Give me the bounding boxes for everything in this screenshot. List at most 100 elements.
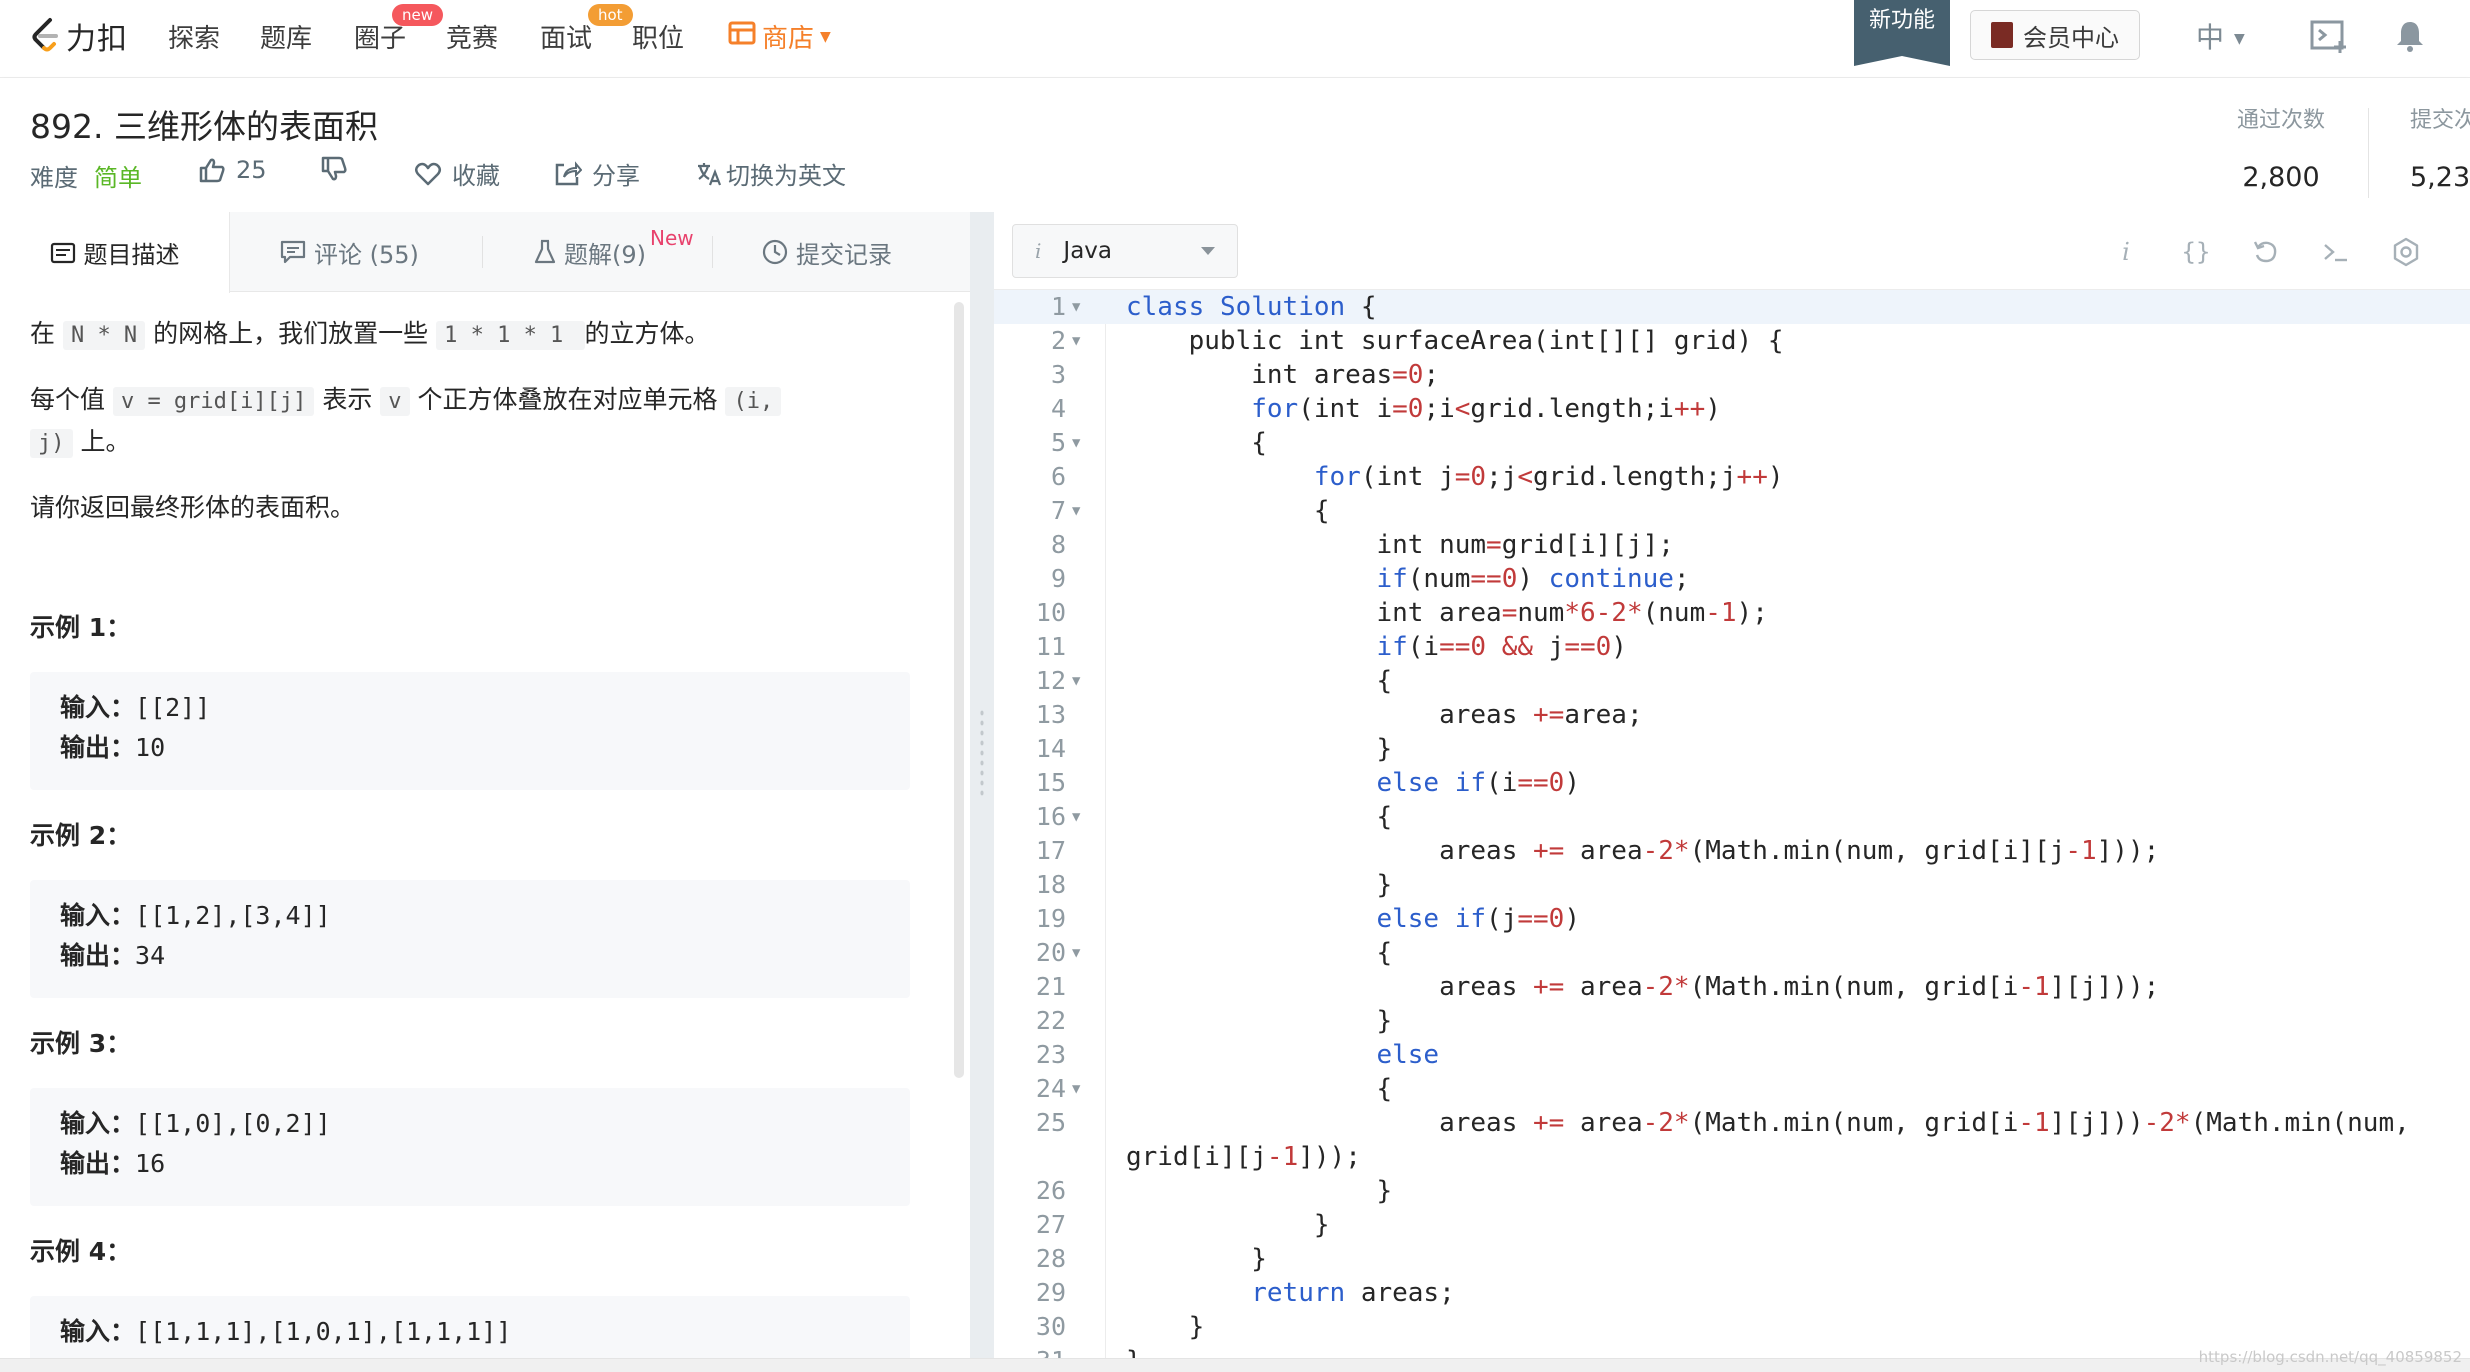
code-token: ) [1611,632,1627,662]
code-token: ) [1313,1142,1330,1172]
text: 上。 [72,427,131,456]
nav-problems[interactable]: 题库 [260,18,312,55]
code-line[interactable]: 13 areas +=area; [994,698,2470,732]
fold-arrow-icon[interactable]: ▼ [1072,494,1080,528]
code-line[interactable]: 15 else if(i==0) [994,766,2470,800]
format-braces-icon[interactable]: {} [2174,230,2218,274]
like-button[interactable]: 25 [198,156,267,184]
info-icon[interactable]: i [2104,230,2148,274]
code-line[interactable]: 26 } [994,1174,2470,1208]
collect-button[interactable]: 收藏 [414,156,500,191]
code-line[interactable]: 24 ▼ { [994,1072,2470,1106]
dislike-button[interactable] [320,156,358,182]
code-token: j [1251,1142,1267,1172]
code-line[interactable]: 17 areas += area-2*(Math.min(num, grid[i… [994,834,2470,868]
code-line[interactable]: 12 ▼ { [994,664,2470,698]
code-number: 0 [1470,462,1487,492]
nav-contest[interactable]: 竞赛 [446,18,498,55]
bell-icon[interactable] [2388,14,2432,58]
code-line[interactable]: 1 ▼ class Solution { [994,290,2470,324]
code-line[interactable]: 28 } [994,1242,2470,1276]
code-token: , [1893,836,1909,866]
description-icon [50,242,75,263]
tab-comments[interactable]: 评论 (55) [280,212,419,292]
code-token: ) [1736,326,1753,356]
code-token: [ [2065,972,2081,1002]
code-operator: = [1392,360,1408,390]
code-line[interactable]: 18 } [994,868,2470,902]
fold-arrow-icon[interactable]: ▼ [1072,426,1080,460]
code-token: areas [1360,1278,1440,1308]
code-line[interactable]: 14 } [994,732,2470,766]
code-line[interactable]: 7 ▼ { [994,494,2470,528]
code-line[interactable]: 16 ▼ { [994,800,2470,834]
playground-icon[interactable] [2308,14,2352,58]
fold-arrow-icon[interactable]: ▼ [1072,664,1080,698]
fold-arrow-icon[interactable]: ▼ [1072,324,1080,358]
code-line[interactable]: 20 ▼ { [994,936,2470,970]
code-token: ] [2018,836,2035,866]
code-line[interactable]: 3 int areas=0; [994,358,2470,392]
code-line[interactable]: 10 int area=num*6-2*(num-1); [994,596,2470,630]
nav-interview[interactable]: 面试 [540,18,592,55]
code-number: 1 [2080,836,2097,866]
code-line[interactable]: 6 for(int j=0;j<grid.length;j++) [994,460,2470,494]
code-line[interactable]: 9 if(num==0) continue; [994,562,2470,596]
code-token: areas [1313,360,1393,390]
nav-explore[interactable]: 探索 [168,18,220,55]
fold-arrow-icon[interactable]: ▼ [1072,800,1080,834]
fold-arrow-icon[interactable]: ▼ [1072,1072,1080,1106]
code-area[interactable]: 1 ▼ class Solution {2 ▼ public int surfaceA… [994,290,2470,1372]
line-number: 8 [1050,530,1066,559]
vip-center-button[interactable]: 会员中心 [1970,10,2140,60]
code-token: ) [2127,836,2144,866]
code-line[interactable]: 30 } [994,1310,2470,1344]
translate-button[interactable]: 切换为英文 [696,156,846,191]
new-feature-ribbon[interactable]: 新功能 [1854,0,1950,66]
code-token: [ [1595,326,1612,356]
code-line[interactable]: 29 return areas; [994,1276,2470,1310]
tab-solutions[interactable]: 题解(9) New [534,212,694,292]
code-token: int [1548,326,1596,356]
code-line[interactable]: 23 else [994,1038,2470,1072]
tab-submissions[interactable]: 提交记录 [762,212,892,292]
tab-description[interactable]: 题目描述 [0,212,230,293]
code-line[interactable]: 19 else if(j==0) [994,902,2470,936]
fold-arrow-icon[interactable]: ▼ [1072,290,1080,324]
reset-icon[interactable] [2244,230,2288,274]
leetcode-logo[interactable]: 力扣 [28,14,128,58]
code-operator: = [1501,598,1518,628]
code-line[interactable]: 5 ▼ { [994,426,2470,460]
code-line[interactable]: 27 } [994,1208,2470,1242]
panel-splitter[interactable] [970,212,994,1372]
nav-store[interactable]: 商店 ▼ [728,18,831,55]
code-number: 0 [1407,360,1424,390]
code-token: ( [1830,1108,1847,1138]
code-line[interactable]: 4 for(int i=0;i<grid.length;i++) [994,392,2470,426]
language-switcher[interactable]: 中 ▼ [2196,16,2245,56]
drag-handle-icon[interactable] [979,708,985,798]
share-button[interactable]: 分享 [554,156,640,191]
output-label: 输出： [60,733,136,762]
code-line[interactable]: 11 if(i==0 && j==0) [994,630,2470,664]
code-operator: * [1673,1108,1690,1138]
code-line[interactable]: 8 int num=grid[i][j]; [994,528,2470,562]
console-icon[interactable] [2314,230,2358,274]
code-line[interactable]: 25 areas += area-2*(Math.min(num, grid[i… [994,1106,2470,1174]
code-line[interactable]: 22 } [994,1004,2470,1038]
language-select[interactable]: i Java [1012,224,1238,278]
fold-arrow-icon[interactable]: ▼ [1072,936,1080,970]
settings-icon[interactable] [2384,230,2428,274]
scrollbar[interactable] [954,302,964,1078]
code-lines[interactable]: 1 ▼ class Solution {2 ▼ public int surfaceA… [994,290,2470,1372]
code-line[interactable]: 2 ▼ public int surfaceArea(int[][] grid) … [994,324,2470,358]
nav-jobs[interactable]: 职位 [632,18,684,55]
share-label: 分享 [592,162,640,190]
vip-icon [1991,22,2013,48]
code-line[interactable]: 21 areas += area-2*(Math.min(num, grid[i… [994,970,2470,1004]
